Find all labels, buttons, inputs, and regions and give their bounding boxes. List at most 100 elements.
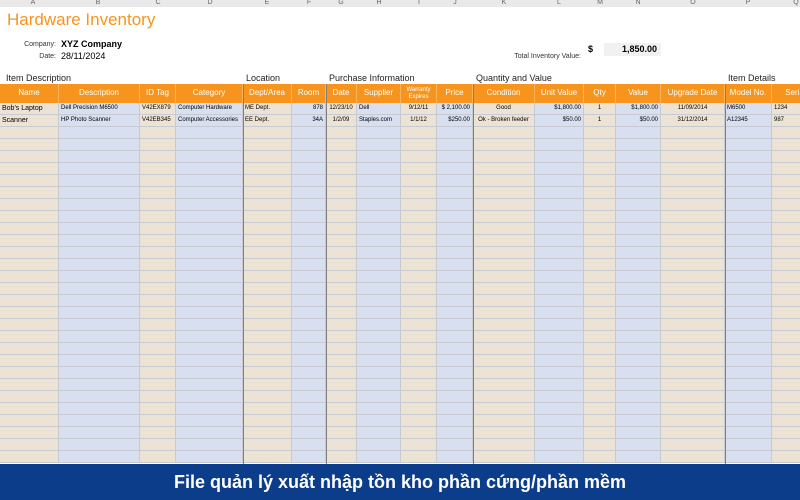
table-cell[interactable] — [176, 427, 243, 438]
table-cell[interactable] — [616, 247, 661, 258]
table-cell[interactable]: 31/12/2014 — [661, 115, 725, 126]
table-cell[interactable] — [401, 427, 437, 438]
table-cell[interactable] — [661, 355, 725, 366]
table-cell[interactable] — [661, 439, 725, 450]
table-cell[interactable] — [584, 271, 616, 282]
table-cell[interactable] — [584, 211, 616, 222]
table-cell[interactable] — [661, 259, 725, 270]
table-cell[interactable] — [616, 271, 661, 282]
table-cell[interactable] — [437, 163, 473, 174]
table-cell[interactable] — [140, 151, 176, 162]
table-cell[interactable] — [59, 151, 140, 162]
table-cell[interactable] — [661, 211, 725, 222]
table-cell[interactable] — [326, 307, 357, 318]
table-cell[interactable] — [401, 187, 437, 198]
table-cell[interactable] — [661, 247, 725, 258]
table-cell[interactable] — [140, 427, 176, 438]
table-cell[interactable] — [535, 235, 584, 246]
table-cell[interactable] — [59, 379, 140, 390]
table-cell[interactable] — [59, 355, 140, 366]
table-cell[interactable] — [0, 343, 59, 354]
table-cell[interactable] — [326, 415, 357, 426]
column-header-serial[interactable]: Serial — [772, 84, 800, 103]
table-cell[interactable] — [584, 331, 616, 342]
table-cell[interactable] — [473, 283, 535, 294]
table-cell[interactable] — [140, 247, 176, 258]
table-cell[interactable] — [140, 127, 176, 138]
table-cell[interactable] — [401, 151, 437, 162]
table-cell[interactable] — [243, 415, 292, 426]
table-cell[interactable] — [725, 127, 772, 138]
table-cell[interactable] — [59, 199, 140, 210]
table-cell[interactable] — [535, 379, 584, 390]
table-cell[interactable] — [243, 427, 292, 438]
table-cell[interactable] — [140, 439, 176, 450]
table-cell[interactable]: Good — [473, 103, 535, 114]
table-cell[interactable] — [401, 271, 437, 282]
table-cell[interactable] — [0, 163, 59, 174]
table-cell[interactable] — [176, 415, 243, 426]
table-cell[interactable] — [0, 259, 59, 270]
table-cell[interactable] — [326, 451, 357, 462]
table-cell[interactable] — [357, 247, 401, 258]
table-cell[interactable]: Dell — [357, 103, 401, 114]
table-cell[interactable] — [535, 391, 584, 402]
table-cell[interactable] — [357, 355, 401, 366]
table-cell[interactable] — [535, 283, 584, 294]
table-cell[interactable] — [725, 235, 772, 246]
table-cell[interactable] — [0, 367, 59, 378]
table-cell[interactable] — [243, 187, 292, 198]
table-cell[interactable] — [140, 451, 176, 462]
table-cell[interactable] — [772, 439, 800, 450]
table-cell[interactable]: 34A — [292, 115, 326, 126]
table-cell[interactable] — [292, 427, 326, 438]
table-cell[interactable] — [772, 367, 800, 378]
table-cell[interactable] — [243, 307, 292, 318]
table-cell[interactable] — [176, 163, 243, 174]
table-cell[interactable] — [584, 355, 616, 366]
table-cell[interactable] — [661, 319, 725, 330]
table-cell[interactable] — [661, 403, 725, 414]
table-cell[interactable] — [584, 427, 616, 438]
table-cell[interactable] — [357, 223, 401, 234]
table-cell[interactable] — [437, 127, 473, 138]
table-cell[interactable] — [243, 211, 292, 222]
table-cell[interactable] — [661, 427, 725, 438]
table-cell[interactable] — [0, 319, 59, 330]
table-cell[interactable] — [0, 199, 59, 210]
table-cell[interactable] — [584, 391, 616, 402]
table-cell[interactable] — [535, 403, 584, 414]
table-cell[interactable] — [140, 223, 176, 234]
table-cell[interactable] — [661, 367, 725, 378]
table-cell[interactable] — [0, 271, 59, 282]
table-cell[interactable] — [473, 367, 535, 378]
table-cell[interactable] — [772, 415, 800, 426]
table-cell[interactable] — [0, 235, 59, 246]
table-cell[interactable] — [535, 223, 584, 234]
table-cell[interactable] — [401, 307, 437, 318]
table-cell[interactable] — [0, 283, 59, 294]
table-cell[interactable] — [584, 175, 616, 186]
table-cell[interactable] — [437, 307, 473, 318]
table-cell[interactable] — [772, 259, 800, 270]
table-cell[interactable] — [725, 163, 772, 174]
table-cell[interactable] — [661, 199, 725, 210]
table-cell[interactable] — [357, 319, 401, 330]
table-cell[interactable]: Staples.com — [357, 115, 401, 126]
table-cell[interactable] — [140, 199, 176, 210]
table-cell[interactable] — [326, 223, 357, 234]
table-cell[interactable] — [401, 403, 437, 414]
table-cell[interactable] — [243, 355, 292, 366]
table-cell[interactable] — [401, 319, 437, 330]
column-header-price[interactable]: Price — [437, 84, 473, 103]
table-cell[interactable] — [437, 259, 473, 270]
table-cell[interactable] — [357, 415, 401, 426]
table-cell[interactable] — [357, 307, 401, 318]
table-cell[interactable] — [176, 211, 243, 222]
table-cell[interactable] — [473, 307, 535, 318]
table-cell[interactable] — [535, 175, 584, 186]
table-cell[interactable] — [292, 151, 326, 162]
table-cell[interactable] — [357, 199, 401, 210]
table-cell[interactable] — [243, 319, 292, 330]
table-cell[interactable] — [661, 223, 725, 234]
